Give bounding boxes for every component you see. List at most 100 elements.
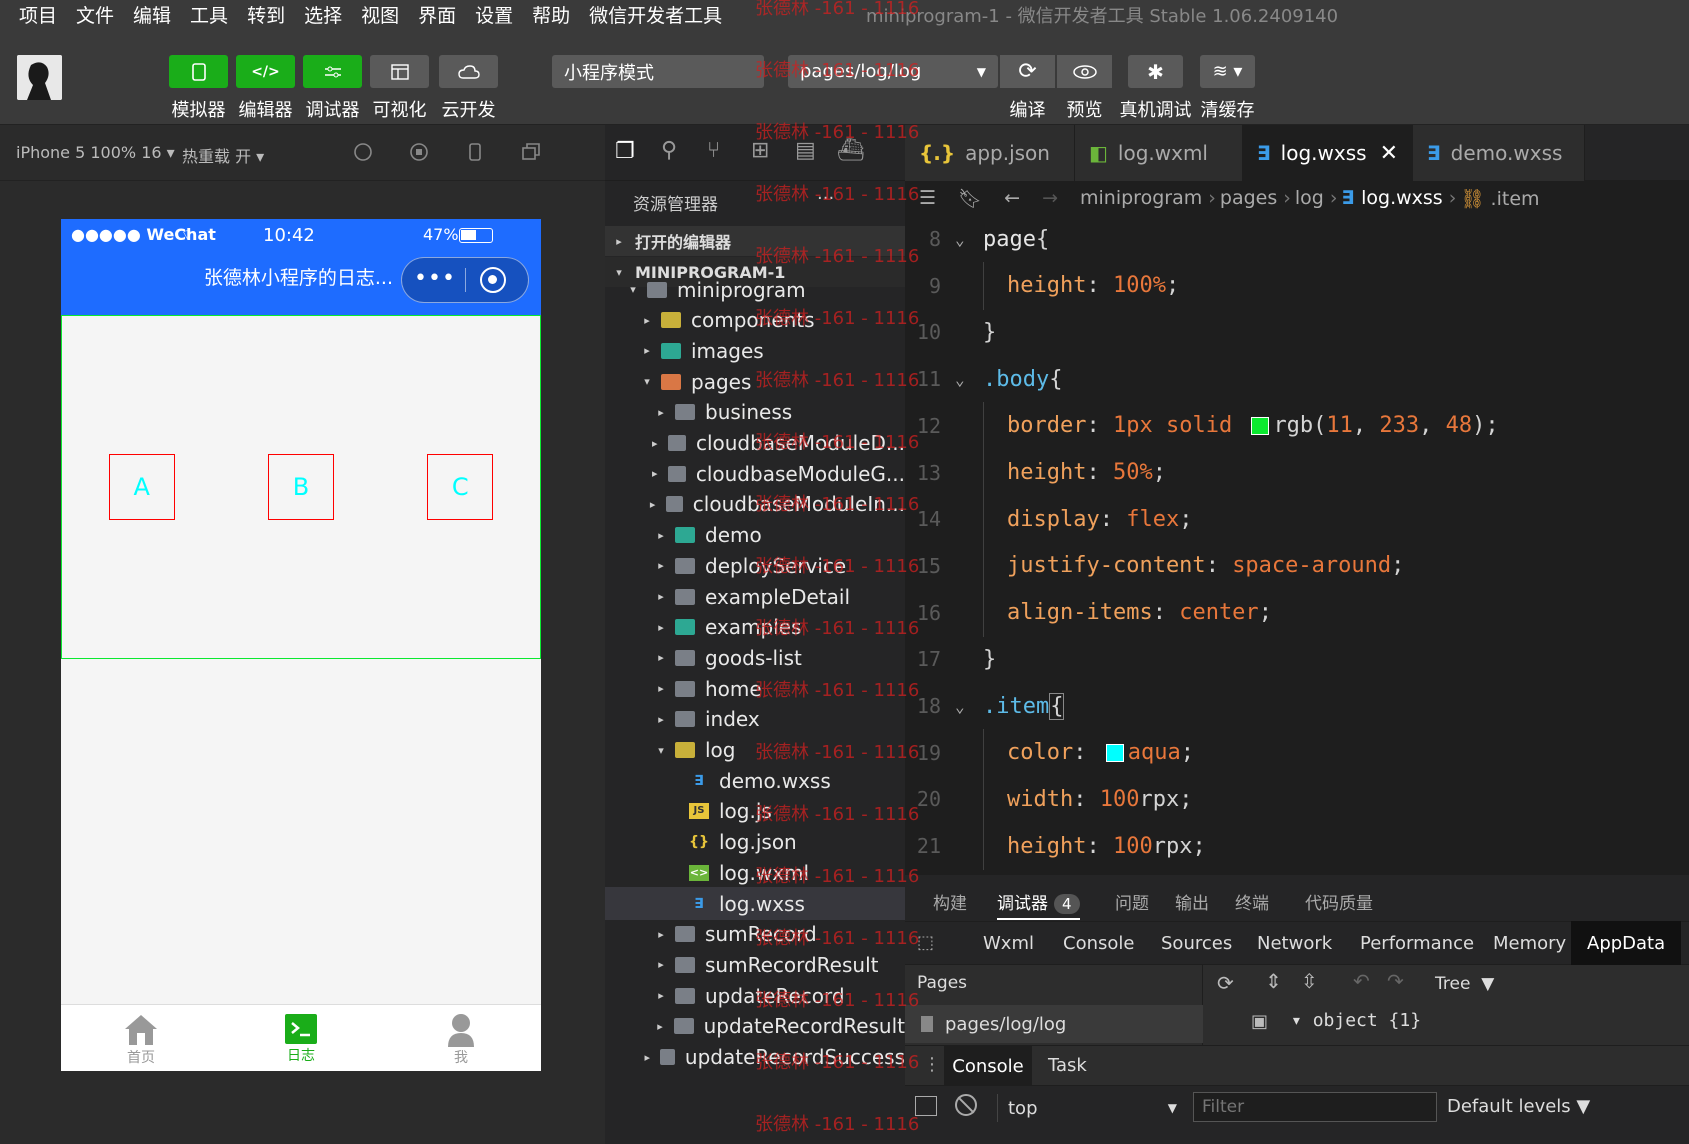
page-entry[interactable]: pages/log/log: [905, 1005, 1203, 1043]
filter-input[interactable]: [1193, 1092, 1437, 1122]
fold-icon[interactable]: ⌄: [955, 230, 965, 249]
tree-item[interactable]: ▸ sumRecordResult: [605, 948, 905, 981]
editor-tab[interactable]: ∃ log.wxss ✕: [1243, 125, 1413, 181]
tab-home[interactable]: 首页: [61, 1005, 221, 1071]
phone-icon[interactable]: [464, 141, 486, 163]
color-swatch[interactable]: [1251, 416, 1270, 435]
open-editors-section[interactable]: ▸ 打开的编辑器: [605, 226, 905, 256]
tab-me[interactable]: 我: [381, 1005, 541, 1071]
editor-tab[interactable]: {.} app.json: [905, 125, 1075, 181]
tree-item[interactable]: {} log.json: [605, 826, 905, 859]
menu-item-1[interactable]: 文件: [76, 1, 114, 28]
tree-item[interactable]: ∃ demo.wxss: [605, 764, 905, 797]
menu-item-3[interactable]: 工具: [190, 1, 228, 28]
tree-item[interactable]: ▸ updateRecordResult: [605, 1010, 905, 1043]
appdata-object[interactable]: ▾ object {1}: [1291, 1010, 1421, 1031]
save-icon[interactable]: ▣: [1251, 1011, 1268, 1032]
menu-item-9[interactable]: 帮助: [532, 1, 570, 28]
kebab-icon[interactable]: ⋮: [923, 1054, 941, 1075]
tree-item[interactable]: ▸ business: [605, 396, 905, 429]
tree-item[interactable]: ▾ pages: [605, 365, 905, 398]
tree-item[interactable]: ▸ home: [605, 672, 905, 705]
back-icon[interactable]: ←: [1004, 187, 1020, 209]
git-icon[interactable]: ⑂: [707, 138, 720, 163]
stop-icon[interactable]: [408, 141, 430, 163]
task-tab[interactable]: Task: [1048, 1055, 1087, 1076]
clear-cache-button[interactable]: ≋ ▾: [1200, 55, 1255, 88]
tree-item[interactable]: ▸ exampleDetail: [605, 580, 905, 613]
tree-item[interactable]: ▾ log: [605, 734, 905, 767]
tree-item[interactable]: ∃ log.wxss: [605, 887, 905, 920]
redo-icon[interactable]: ↷: [1387, 969, 1404, 993]
panel-tab[interactable]: 输出: [1175, 889, 1209, 914]
panel-tab[interactable]: 调试器 4: [997, 889, 1080, 920]
tree-item[interactable]: ▸ cloudbaseModuleIn...: [605, 488, 905, 521]
compile-button[interactable]: ⟳: [1000, 55, 1055, 88]
sidebar-toggle-icon[interactable]: [915, 1096, 937, 1116]
devtools-tab[interactable]: Wxml: [983, 933, 1034, 954]
menu-item-8[interactable]: 设置: [475, 1, 513, 28]
undo-icon[interactable]: ↶: [1353, 969, 1370, 993]
real-debug-button[interactable]: ✱: [1128, 55, 1183, 88]
files-icon[interactable]: ❐: [615, 139, 635, 164]
tree-mode-select[interactable]: Tree ▼: [1435, 974, 1494, 994]
code-editor[interactable]: 8 ⌄ page{9 height: 100%; 10} 11 ⌄ .body{12 borde…: [905, 215, 1689, 875]
collapse-icon[interactable]: ⇳: [1301, 969, 1318, 993]
context-select[interactable]: top ▼: [997, 1094, 1185, 1122]
rotate-icon[interactable]: [352, 141, 374, 163]
tree-item[interactable]: ▸ updateRecordSuccess: [605, 1041, 905, 1074]
menu-item-7[interactable]: 界面: [418, 1, 456, 28]
tab-log[interactable]: 日志: [221, 1005, 381, 1071]
fold-icon[interactable]: ⌄: [955, 370, 965, 389]
tree-item[interactable]: ▸ demo: [605, 519, 905, 552]
inspect-icon[interactable]: ⬚: [917, 932, 934, 953]
close-icon[interactable]: ✕: [1380, 141, 1398, 166]
devtools-tab[interactable]: AppData: [1571, 921, 1682, 965]
menu-item-0[interactable]: 项目: [19, 1, 57, 28]
menu-item-5[interactable]: 选择: [304, 1, 342, 28]
more-icon[interactable]: •••: [414, 266, 456, 291]
window-icon[interactable]: [520, 141, 542, 163]
breadcrumb-item[interactable]: miniprogram ›: [1080, 187, 1216, 209]
clear-icon[interactable]: [955, 1094, 977, 1116]
breadcrumb-item[interactable]: ⛓ .item: [1460, 187, 1539, 210]
panel-tab[interactable]: 构建: [933, 889, 967, 914]
tree-item[interactable]: ▾ miniprogram: [605, 273, 905, 306]
tree-item[interactable]: ▸ index: [605, 703, 905, 736]
save-icon[interactable]: ▤: [795, 138, 816, 163]
devtools-tab[interactable]: Console: [1063, 933, 1134, 954]
close-miniprogram-icon[interactable]: [480, 267, 506, 293]
panel-tab[interactable]: 问题: [1115, 889, 1149, 914]
preview-button[interactable]: [1057, 55, 1112, 88]
list-icon[interactable]: ☰: [919, 187, 936, 209]
menu-item-2[interactable]: 编辑: [133, 1, 171, 28]
docker-icon[interactable]: ⛴: [837, 138, 865, 163]
menu-item-6[interactable]: 视图: [361, 1, 399, 28]
editor-tab[interactable]: ∃ demo.wxss: [1413, 125, 1585, 181]
devtools-tab[interactable]: Memory: [1493, 933, 1566, 954]
forward-icon[interactable]: →: [1042, 187, 1058, 209]
hot-reload-toggle[interactable]: 热重载 开 ▾: [182, 143, 264, 167]
breadcrumb-item[interactable]: pages ›: [1220, 187, 1291, 209]
breadcrumb-item[interactable]: log ›: [1295, 187, 1338, 209]
devtools-tab[interactable]: Sources: [1161, 933, 1232, 954]
tree-item[interactable]: ▸ examples: [605, 611, 905, 644]
tree-item[interactable]: ▸ components: [605, 304, 905, 337]
tree-item[interactable]: ▸ sumRecord: [605, 918, 905, 951]
console-tab[interactable]: Console: [944, 1046, 1032, 1086]
tree-item[interactable]: ▸ deployService: [605, 549, 905, 582]
tree-item[interactable]: ▸ goods-list: [605, 641, 905, 674]
tree-item[interactable]: ▸ cloudbaseModuleD...: [605, 427, 905, 460]
visual-button[interactable]: [370, 55, 429, 88]
tree-item[interactable]: ▸ cloudbaseModuleG...: [605, 457, 905, 490]
tree-item[interactable]: ▸ updateRecord: [605, 979, 905, 1012]
menu-item-10[interactable]: 微信开发者工具: [589, 1, 722, 28]
page-select[interactable]: pages/log/log ▼: [788, 55, 998, 88]
tree-item[interactable]: JS log.js: [605, 795, 905, 828]
panel-tab[interactable]: 代码质量: [1305, 889, 1373, 914]
cloud-button[interactable]: [439, 55, 498, 88]
breadcrumb-item[interactable]: ∃ log.wxss ›: [1342, 187, 1457, 209]
avatar[interactable]: [17, 55, 62, 100]
refresh-icon[interactable]: ⟳: [1217, 971, 1234, 995]
levels-select[interactable]: Default levels ▼: [1447, 1096, 1590, 1117]
